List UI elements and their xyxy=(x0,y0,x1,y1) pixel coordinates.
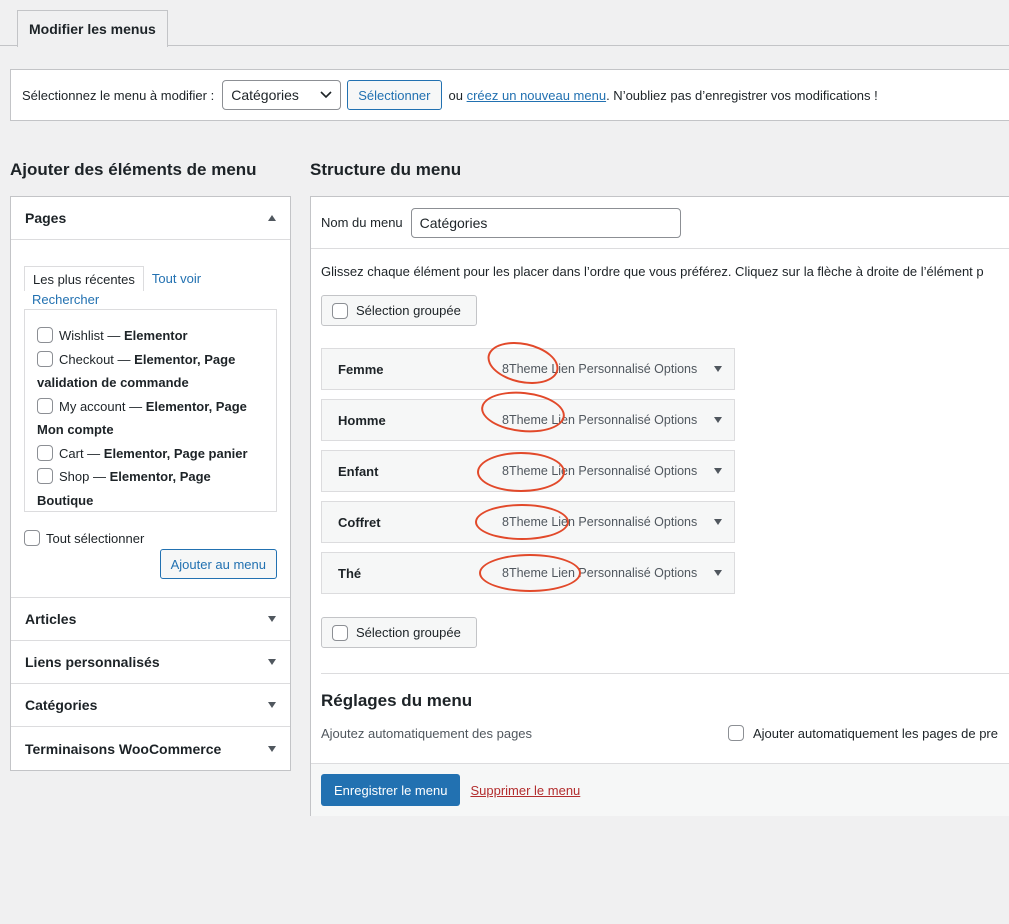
page-sep: — xyxy=(125,398,146,414)
list-item: Cart — Elementor, Page panier xyxy=(37,442,264,466)
add-menu-items-panel: Pages Les plus récentes Tout voir Recher… xyxy=(10,196,291,771)
add-to-menu-button[interactable]: Ajouter au menu xyxy=(159,549,277,579)
select-menu-label: Sélectionnez le menu à modifier : xyxy=(22,87,215,103)
save-menu-button[interactable]: Enregistrer le menu xyxy=(321,774,461,806)
section-title: Terminaisons WooCommerce xyxy=(25,740,222,757)
bulk-select-checkbox xyxy=(332,302,348,319)
page-checkbox[interactable] xyxy=(37,444,53,461)
list-item: Shop — Elementor, Page Boutique xyxy=(37,465,264,511)
page-checkbox[interactable] xyxy=(37,468,53,484)
drag-instructions: Glissez chaque élément pour les placer d… xyxy=(321,264,984,279)
pages-actions: Ajouter au menu xyxy=(24,549,277,579)
list-item: My account — Elementor, Page Mon compte xyxy=(37,395,264,442)
page-name: Wishlist xyxy=(59,328,104,343)
caret-down-icon[interactable] xyxy=(714,519,722,525)
caret-up-icon xyxy=(268,215,276,221)
page-name: Shop xyxy=(59,469,90,484)
menu-name-input[interactable]: Catégories xyxy=(410,207,681,238)
page-sep: — xyxy=(89,469,110,484)
tab-most-recent[interactable]: Les plus récentes xyxy=(24,266,144,291)
menu-name-bar: Nom du menu Catégories xyxy=(311,197,1009,249)
page-name: Checkout xyxy=(59,351,114,367)
page-sep: — xyxy=(83,445,104,461)
page-checkbox[interactable] xyxy=(37,397,53,414)
save-reminder-text: . N’oubliez pas d’enregistrer vos modifi… xyxy=(606,87,878,103)
tab-view-all[interactable]: Tout voir xyxy=(144,271,209,290)
caret-down-icon[interactable] xyxy=(714,570,722,576)
list-item: Wishlist — Elementor xyxy=(37,324,264,348)
caret-down-icon[interactable] xyxy=(714,366,722,372)
bulk-select-label: Sélection groupée xyxy=(356,303,461,318)
menu-item-title: Homme xyxy=(338,412,386,428)
page-tags: Elementor, Page panier xyxy=(103,445,248,461)
caret-down-icon[interactable] xyxy=(714,417,722,423)
section-title: Catégories xyxy=(25,697,98,713)
caret-down-icon xyxy=(268,702,276,708)
select-bar-text: ou créez un nouveau menu. N’oubliez pas … xyxy=(449,88,878,103)
annotation-ellipse xyxy=(475,504,569,540)
menu-select[interactable]: Catégories xyxy=(222,80,342,110)
divider xyxy=(321,673,1009,674)
list-item: Checkout — Elementor, Page validation de… xyxy=(37,348,264,395)
menu-item-title: Femme xyxy=(338,361,384,377)
section-title: Articles xyxy=(25,611,77,627)
menu-select-value: Catégories xyxy=(231,87,299,103)
woocommerce-endpoints-section-header[interactable]: Terminaisons WooCommerce xyxy=(11,727,290,770)
menu-select-bar: Sélectionnez le menu à modifier : Catégo… xyxy=(10,69,1009,121)
pages-section-title: Pages xyxy=(25,210,67,226)
caret-down-icon xyxy=(268,745,276,752)
custom-links-section-header[interactable]: Liens personnalisés xyxy=(11,641,290,684)
menu-item-title: Thé xyxy=(338,565,362,581)
caret-down-icon xyxy=(268,616,276,622)
menu-name-label: Nom du menu xyxy=(321,215,403,230)
caret-down-icon xyxy=(268,659,276,665)
bulk-select-button-top[interactable]: Sélection groupée xyxy=(321,295,477,326)
tab-search[interactable]: Rechercher xyxy=(24,290,277,309)
page-checkbox[interactable] xyxy=(37,327,53,343)
articles-section-header[interactable]: Articles xyxy=(11,598,290,641)
page-tags: Elementor xyxy=(124,328,188,343)
select-all-label: Tout sélectionner xyxy=(46,530,145,546)
pages-section-header[interactable]: Pages xyxy=(11,197,290,240)
bulk-select-checkbox xyxy=(332,624,348,641)
categories-section-header[interactable]: Catégories xyxy=(11,684,290,727)
caret-down-icon[interactable] xyxy=(714,468,722,474)
create-menu-link[interactable]: créez un nouveau menu xyxy=(467,88,606,103)
menu-structure-heading: Structure du menu xyxy=(310,160,462,179)
page-name: My account xyxy=(59,398,126,414)
tab-edit-menus[interactable]: Modifier les menus xyxy=(17,10,168,47)
page-name: Cart xyxy=(59,445,84,461)
auto-add-pages-label: Ajoutez automatiquement des pages xyxy=(321,726,533,741)
bulk-select-label: Sélection groupée xyxy=(356,625,461,640)
auto-add-pages-text: Ajouter automatiquement les pages de pre xyxy=(753,725,998,741)
pages-checklist: Wishlist — Elementor Checkout — Elemento… xyxy=(24,309,277,512)
annotation-ellipse xyxy=(477,452,565,492)
add-items-heading: Ajouter des éléments de menu xyxy=(10,160,257,179)
select-all-row: Tout sélectionner xyxy=(24,530,277,546)
page-sep: — xyxy=(113,351,135,367)
chevron-down-icon xyxy=(320,91,332,99)
section-title: Liens personnalisés xyxy=(25,654,160,670)
menu-footer: Enregistrer le menu Supprimer le menu xyxy=(311,763,1009,816)
or-text: ou xyxy=(448,87,463,103)
page-sep: — xyxy=(103,328,125,343)
nav-tab-bar: Modifier les menus xyxy=(0,0,1009,47)
select-menu-button[interactable]: Sélectionner xyxy=(347,80,442,110)
menu-settings-title: Réglages du menu xyxy=(321,691,473,710)
pages-tabs: Les plus récentes Tout voir Rechercher xyxy=(24,265,277,309)
annotation-ellipse xyxy=(479,554,581,592)
select-all-checkbox[interactable] xyxy=(24,530,40,546)
page-checkbox[interactable] xyxy=(37,350,53,367)
auto-add-pages-option: Ajouter automatiquement les pages de pre xyxy=(728,725,998,741)
delete-menu-link[interactable]: Supprimer le menu xyxy=(470,783,580,798)
pages-section-body: Les plus récentes Tout voir Rechercher W… xyxy=(11,240,290,598)
bulk-select-button-bottom[interactable]: Sélection groupée xyxy=(321,617,477,648)
auto-add-pages-checkbox[interactable] xyxy=(728,725,744,741)
menu-management-panel: Nom du menu Catégories Glissez chaque él… xyxy=(310,196,1009,816)
